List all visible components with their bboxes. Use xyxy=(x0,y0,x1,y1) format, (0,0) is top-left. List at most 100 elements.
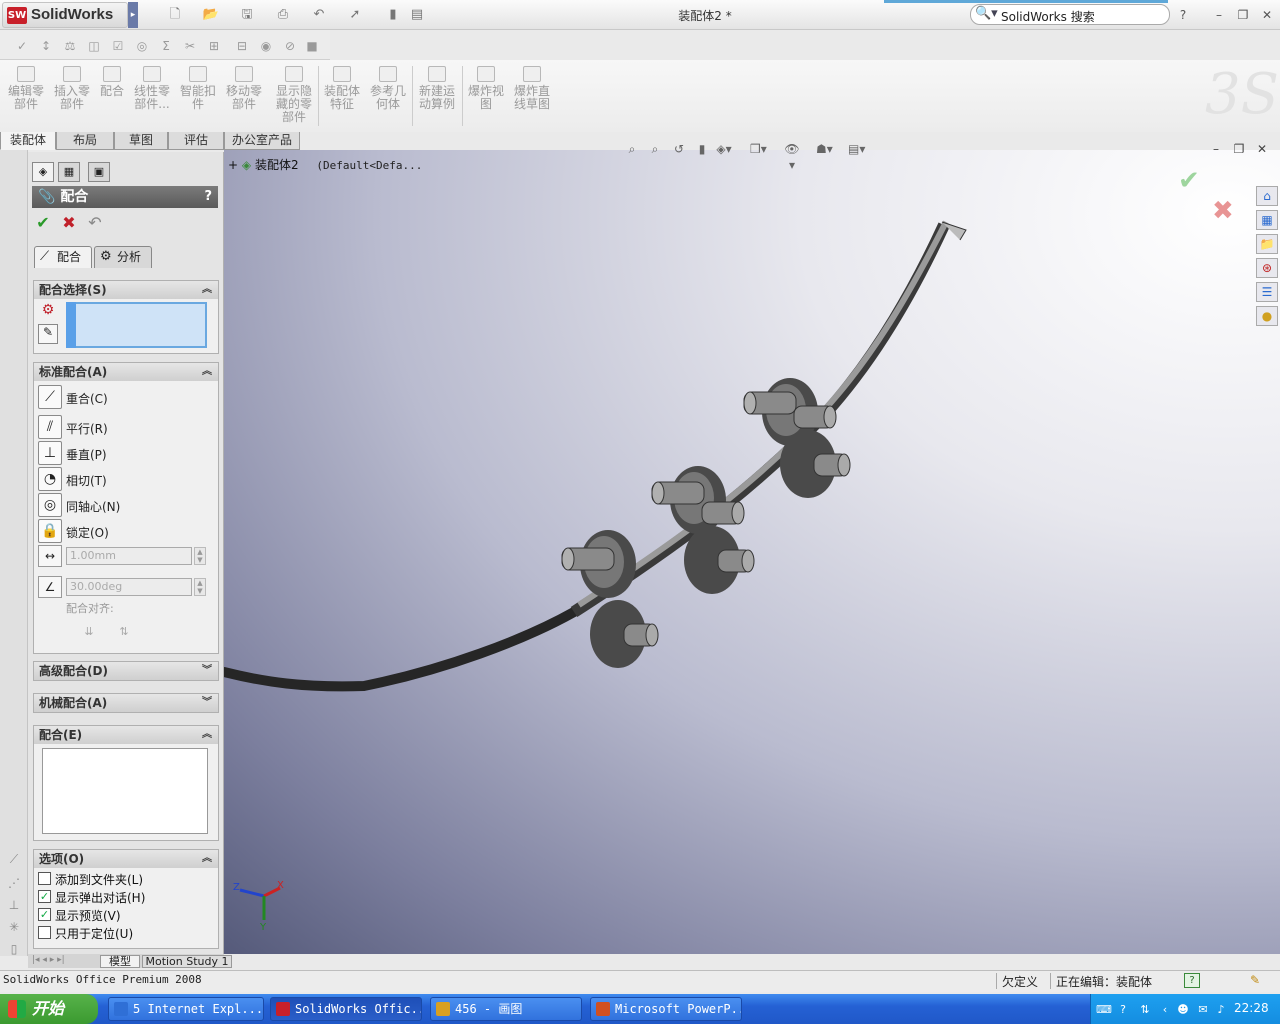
dashed-line-icon[interactable]: ⋰ xyxy=(6,876,22,892)
checkbox[interactable]: ✓ xyxy=(38,908,51,921)
dimension-icon[interactable]: ⊥ xyxy=(6,898,22,914)
messenger-icon[interactable]: ✉ xyxy=(1196,1003,1210,1017)
options-icon[interactable]: ▤ xyxy=(408,6,426,24)
angle-icon[interactable]: ∠ xyxy=(38,576,62,598)
edit-appearance-icon[interactable]: ☗▾ xyxy=(816,141,833,157)
tab-sketch[interactable]: 草图 xyxy=(114,132,168,150)
taskbar-item-powerpoint[interactable]: Microsoft PowerP... xyxy=(590,997,742,1021)
viewport-close-button[interactable]: ✕ xyxy=(1254,142,1270,156)
angle-input[interactable]: 30.00deg xyxy=(66,578,192,596)
mass-properties-icon[interactable]: ⚖ xyxy=(62,38,78,54)
file-explorer-icon[interactable]: 📁 xyxy=(1256,234,1278,254)
close-button[interactable]: ✕ xyxy=(1258,7,1276,23)
select-cursor-icon[interactable]: ➚ xyxy=(346,6,364,24)
ok-check-icon[interactable]: ✔ xyxy=(34,214,52,232)
solidworks-menu-button[interactable]: SW SolidWorks xyxy=(2,2,128,28)
tab-mates[interactable]: ⟋ 配合 xyxy=(34,246,92,268)
cmd-button-assembly-feature[interactable]: 装配体 特征 xyxy=(322,66,362,111)
cmd-button-show-hidden[interactable]: 显示隐 藏的零 部件 xyxy=(272,66,316,124)
measure-icon[interactable]: ↕ xyxy=(38,38,54,54)
qq-icon[interactable]: ☻ xyxy=(1176,1003,1190,1017)
mates-listbox[interactable] xyxy=(42,748,208,834)
viewport-minimize-button[interactable]: – xyxy=(1208,142,1224,156)
viewport-restore-button[interactable]: ❐ xyxy=(1231,142,1247,156)
start-button[interactable]: 开始 xyxy=(0,994,98,1024)
angle-spinner[interactable]: ▲ ▼ xyxy=(194,578,206,596)
cancel-x-icon[interactable]: ✖ xyxy=(60,214,78,232)
search-results-icon[interactable]: ⊛ xyxy=(1256,258,1278,278)
keyboard-icon[interactable]: ⌨ xyxy=(1096,1003,1112,1017)
cmd-button-linear-pattern[interactable]: 线性零 部件... xyxy=(132,66,172,111)
rebuild-tag-icon[interactable]: ✎ xyxy=(1250,973,1260,987)
anti-aligned-icon[interactable]: ⇅ xyxy=(115,625,133,641)
group-header[interactable]: 配合(E) ︽ xyxy=(34,726,218,744)
distance-input[interactable]: 1.00mm xyxy=(66,547,192,565)
group-header[interactable]: 配合选择(S) ︽ xyxy=(34,281,218,299)
clear-selection-icon[interactable]: ✎ xyxy=(38,324,58,344)
cmd-button-smart-fastener[interactable]: 智能扣件 xyxy=(178,66,218,111)
statistics-icon[interactable]: ◎ xyxy=(134,38,150,54)
restore-button[interactable]: ❐ xyxy=(1234,7,1252,23)
section-properties-icon[interactable]: ◫ xyxy=(86,38,102,54)
tab-analysis[interactable]: ⚙ 分析 xyxy=(94,246,152,268)
cmd-button-move-component[interactable]: 移动零 部件 xyxy=(224,66,264,111)
tab-layout[interactable]: 布局 xyxy=(56,132,114,150)
tab-scroll-arrows-icon[interactable]: |◂ ◂ ▸ ▸| xyxy=(32,955,98,967)
cmd-button-exploded-view[interactable]: 爆炸视图 xyxy=(466,66,506,111)
rebuild-icon[interactable]: ▮ xyxy=(384,6,402,24)
help-button[interactable]: ? xyxy=(1174,7,1192,23)
group-header[interactable]: 标准配合(A) ︽ xyxy=(34,363,218,381)
cmd-button-reference-geometry[interactable]: 参考几 何体 xyxy=(368,66,408,111)
configuration-tab-icon[interactable]: ▣ xyxy=(88,162,110,182)
assembly-visualization-icon[interactable]: ◉ xyxy=(258,38,274,54)
new-document-icon[interactable]: 🗋 xyxy=(166,6,184,24)
checkbox[interactable] xyxy=(38,926,51,939)
line-icon[interactable]: ⟋ xyxy=(6,852,22,868)
compare-icon[interactable]: ⊘ xyxy=(282,38,298,54)
confirm-ok-icon[interactable]: ✔ xyxy=(1178,166,1200,196)
apply-scene-icon[interactable]: ▤▾ xyxy=(848,141,865,157)
distance-icon[interactable]: ↔ xyxy=(38,545,62,567)
spell-check-icon[interactable]: ✓ xyxy=(14,38,30,54)
volume-icon[interactable]: ♪ xyxy=(1214,1003,1228,1017)
interference-icon[interactable]: ✂ xyxy=(182,38,198,54)
cmd-button-mate[interactable]: 配合 xyxy=(98,66,126,98)
hide-show-icon[interactable]: 👁▾ xyxy=(784,141,800,172)
section-view-icon[interactable]: ▮ xyxy=(694,141,710,157)
design-library-icon[interactable]: ▦ xyxy=(1256,210,1278,230)
expand-icon[interactable]: + xyxy=(228,158,242,172)
undo-mate-icon[interactable]: ↶ xyxy=(86,214,104,232)
zoom-area-icon[interactable]: ⌕ xyxy=(647,141,663,157)
tab-motion-study[interactable]: Motion Study 1 xyxy=(142,955,232,968)
cmd-button-edit-component[interactable]: 编辑零 部件 xyxy=(6,66,46,111)
view-palette-icon[interactable]: ☰ xyxy=(1256,282,1278,302)
print-icon[interactable]: ⎙ xyxy=(274,6,292,24)
checkbox[interactable] xyxy=(38,872,51,885)
selection-list-box[interactable] xyxy=(66,302,207,348)
open-folder-icon[interactable]: 📂 xyxy=(202,6,220,24)
entity-selection-icon[interactable]: ⚙ xyxy=(38,302,58,322)
display-style-icon[interactable]: ❒▾ xyxy=(750,141,767,157)
taskbar-item-ie[interactable]: 5 Internet Expl... xyxy=(108,997,264,1021)
point-icon[interactable]: ✳ xyxy=(6,920,22,936)
tab-office-products[interactable]: 办公室产品 xyxy=(224,132,300,150)
clearance-icon[interactable]: ⊞ xyxy=(206,38,222,54)
save-icon[interactable]: 🖫 xyxy=(238,6,256,24)
help-icon[interactable]: ? xyxy=(204,186,212,208)
appearances-icon[interactable]: ● xyxy=(1256,306,1278,326)
tab-assembly[interactable]: 装配体 xyxy=(0,132,56,150)
tab-model[interactable]: 模型 xyxy=(100,955,140,968)
undo-icon[interactable]: ↶ xyxy=(310,6,328,24)
cmd-button-motion-study[interactable]: 新建运 动算例 xyxy=(416,66,458,111)
zoom-to-fit-icon[interactable]: ⌕ xyxy=(624,141,640,157)
home-icon[interactable]: ⌂ xyxy=(1256,186,1278,206)
check-icon[interactable]: ☑ xyxy=(110,38,126,54)
previous-view-icon[interactable]: ↺ xyxy=(671,141,687,157)
group-header[interactable]: 选项(O) ︽ xyxy=(34,850,218,868)
minimize-button[interactable]: – xyxy=(1210,7,1228,23)
menu-expand-arrow-icon[interactable]: ▸ xyxy=(128,2,138,28)
tray-expand-icon[interactable]: ‹ xyxy=(1158,1003,1172,1017)
checkbox[interactable]: ✓ xyxy=(38,890,51,903)
addins-icon[interactable]: ■ xyxy=(304,38,320,54)
equations-icon[interactable]: Σ xyxy=(158,38,174,54)
